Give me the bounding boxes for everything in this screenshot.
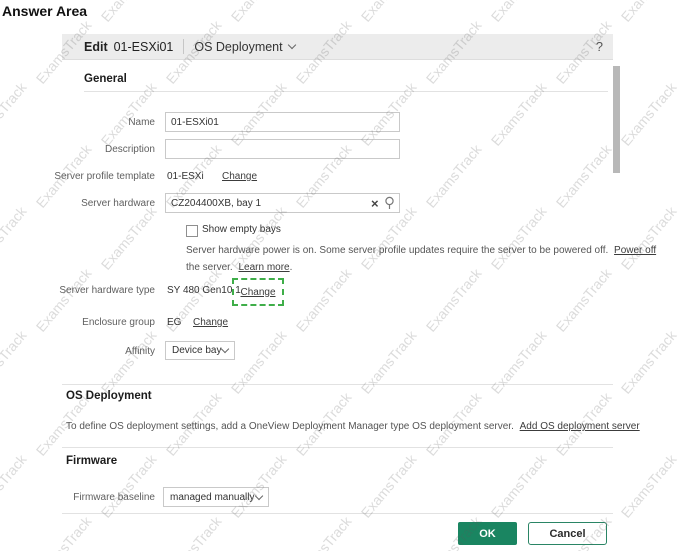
separator bbox=[84, 91, 608, 92]
chevron-down-icon bbox=[221, 345, 229, 353]
watermark-text: ExamsTrack bbox=[488, 0, 550, 25]
dialog-title-profile-name: 01-ESXi01 bbox=[114, 40, 174, 54]
separator bbox=[62, 384, 613, 385]
watermark-text: ExamsTrack bbox=[618, 327, 680, 396]
server-hardware-input[interactable] bbox=[165, 193, 400, 213]
learn-more-link[interactable]: Learn more bbox=[238, 262, 289, 273]
screen: Answer Area Edit 01-ESXi01 OS Deployment… bbox=[0, 0, 681, 551]
chevron-down-icon bbox=[287, 41, 295, 49]
firmware-baseline-dropdown[interactable]: managed manually bbox=[163, 487, 269, 507]
ok-button[interactable]: OK bbox=[458, 522, 517, 545]
watermark-text: ExamsTrack bbox=[488, 327, 550, 396]
watermark-text: ExamsTrack bbox=[358, 327, 420, 396]
os-deployment-text: To define OS deployment settings, add a … bbox=[66, 418, 640, 435]
watermark-text: ExamsTrack bbox=[33, 513, 95, 551]
server-profile-template-label: Server profile template bbox=[20, 171, 155, 182]
watermark-text: ExamsTrack bbox=[98, 327, 160, 396]
watermark-text: ExamsTrack bbox=[423, 141, 485, 210]
watermark-text: ExamsTrack bbox=[488, 451, 550, 520]
watermark-text: ExamsTrack bbox=[163, 513, 225, 551]
os-deployment-description: To define OS deployment settings, add a … bbox=[66, 421, 514, 432]
name-label: Name bbox=[20, 117, 155, 128]
server-hardware-type-change-link[interactable]: Change bbox=[240, 287, 275, 298]
watermark-text: ExamsTrack bbox=[618, 0, 680, 25]
power-notice: Server hardware power is on. Some server… bbox=[186, 242, 656, 276]
firmware-baseline-label: Firmware baseline bbox=[20, 492, 155, 503]
watermark-text: ExamsTrack bbox=[0, 79, 30, 148]
description-label: Description bbox=[20, 144, 155, 155]
watermark-text: ExamsTrack bbox=[0, 327, 30, 396]
affinity-value: Device bay bbox=[172, 345, 221, 356]
watermark-text: ExamsTrack bbox=[228, 451, 290, 520]
scrollbar-thumb[interactable] bbox=[613, 66, 620, 173]
dialog-header: Edit 01-ESXi01 OS Deployment ? bbox=[62, 34, 613, 60]
enclosure-group-label: Enclosure group bbox=[20, 317, 155, 328]
footer-separator bbox=[62, 513, 613, 514]
chevron-down-icon bbox=[255, 491, 263, 499]
watermark-text: ExamsTrack bbox=[553, 141, 615, 210]
answer-highlight-box: Change bbox=[232, 278, 284, 306]
power-off-link[interactable]: Power off bbox=[614, 245, 656, 256]
power-notice-line1: Server hardware power is on. Some server… bbox=[186, 245, 608, 256]
watermark-text: ExamsTrack bbox=[358, 0, 420, 25]
watermark-text: ExamsTrack bbox=[98, 0, 160, 25]
watermark-text: ExamsTrack bbox=[0, 203, 30, 272]
name-input[interactable] bbox=[165, 112, 400, 132]
server-hardware-type-label: Server hardware type bbox=[20, 285, 155, 296]
power-notice-period: . bbox=[290, 262, 293, 273]
add-os-deployment-server-link[interactable]: Add OS deployment server bbox=[520, 421, 640, 432]
server-hardware-type-value: SY 480 Gen10 1 bbox=[167, 285, 241, 296]
power-notice-line2: the server. bbox=[186, 262, 233, 273]
separator bbox=[62, 447, 613, 448]
clear-icon[interactable]: × bbox=[371, 197, 379, 210]
answer-area-title: Answer Area bbox=[2, 3, 87, 19]
section-general: General bbox=[84, 73, 127, 85]
server-hardware-label: Server hardware bbox=[20, 198, 155, 209]
show-empty-bays-label: Show empty bays bbox=[202, 224, 281, 235]
enclosure-group-change-link[interactable]: Change bbox=[193, 317, 228, 328]
watermark-text: ExamsTrack bbox=[98, 203, 160, 272]
watermark-text: ExamsTrack bbox=[293, 513, 355, 551]
watermark-text: ExamsTrack bbox=[618, 451, 680, 520]
watermark-text: ExamsTrack bbox=[228, 0, 290, 25]
firmware-baseline-value: managed manually bbox=[170, 492, 255, 503]
description-input[interactable] bbox=[165, 139, 400, 159]
header-divider bbox=[183, 39, 184, 54]
affinity-dropdown[interactable]: Device bay bbox=[165, 341, 235, 360]
show-empty-bays-checkbox[interactable] bbox=[186, 225, 198, 237]
search-icon[interactable] bbox=[384, 196, 396, 215]
section-firmware: Firmware bbox=[66, 455, 117, 467]
watermark-text: ExamsTrack bbox=[618, 79, 680, 148]
watermark-text: ExamsTrack bbox=[98, 79, 160, 148]
watermark-text: ExamsTrack bbox=[488, 79, 550, 148]
watermark-text: ExamsTrack bbox=[0, 451, 30, 520]
help-icon[interactable]: ? bbox=[596, 39, 603, 54]
os-deployment-menu-label: OS Deployment bbox=[194, 40, 282, 54]
watermark-text: ExamsTrack bbox=[228, 327, 290, 396]
section-os-deployment: OS Deployment bbox=[66, 390, 152, 402]
cancel-button[interactable]: Cancel bbox=[528, 522, 607, 545]
server-profile-template-value: 01-ESXi bbox=[167, 171, 204, 182]
server-profile-template-change-link[interactable]: Change bbox=[222, 171, 257, 182]
os-deployment-menu[interactable]: OS Deployment bbox=[194, 40, 294, 54]
dialog-title-edit: Edit bbox=[84, 40, 108, 54]
enclosure-group-value: EG bbox=[167, 317, 181, 328]
watermark-text: ExamsTrack bbox=[358, 451, 420, 520]
affinity-label: Affinity bbox=[20, 346, 155, 357]
